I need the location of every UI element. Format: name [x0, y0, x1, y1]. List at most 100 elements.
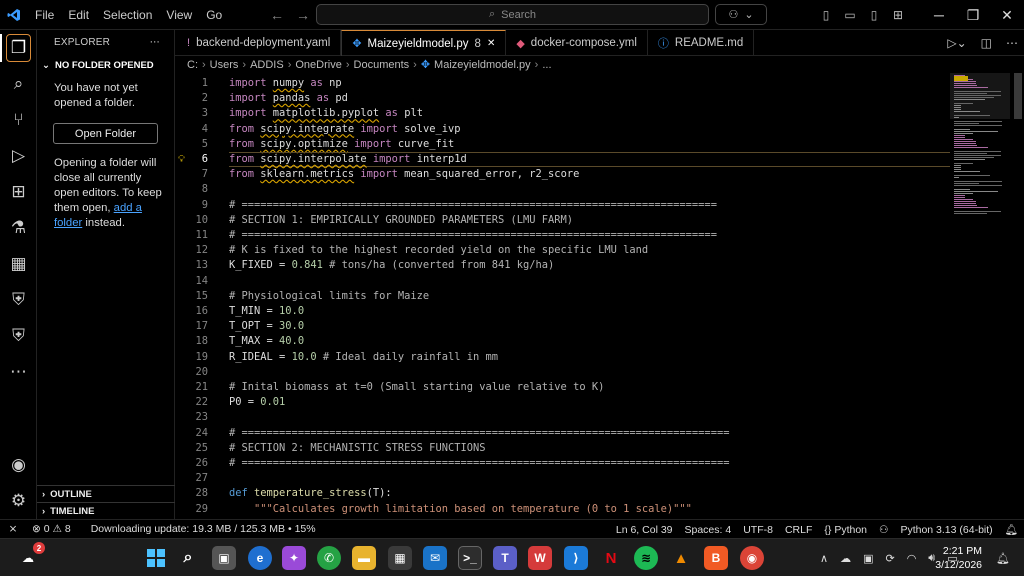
cursor-position[interactable]: Ln 6, Col 39 [610, 524, 679, 536]
run-debug-icon[interactable]: ▷ [0, 138, 37, 174]
code-line[interactable]: 💡︎ 6 from scipy.interpolate import interp1… [175, 152, 950, 168]
breadcrumb-item[interactable]: ... [542, 59, 551, 71]
more-icon[interactable]: ⋯ [0, 354, 37, 390]
tray-overflow-icon[interactable]: ∧ [820, 552, 828, 565]
extensions-icon[interactable]: ⊞ [0, 174, 37, 210]
python-interpreter[interactable]: Python 3.13 (64-bit) [894, 524, 998, 536]
code-line[interactable]: 5 from scipy.optimize import curve_fit [175, 137, 950, 152]
volume-icon[interactable]: 🔊︎ [928, 552, 935, 565]
command-center-search[interactable]: ⌕ Search [316, 4, 709, 25]
explorer-icon[interactable]: ❐ [0, 30, 37, 66]
more-actions-icon[interactable]: ⋯ [150, 37, 160, 48]
code-line[interactable]: 26 # ====================================… [175, 456, 950, 471]
code-line[interactable]: 16 T_MIN = 10.0 [175, 304, 950, 319]
code-line[interactable]: 21 # Inital biomass at t=0 (Small startin… [175, 380, 950, 395]
tab-maizeyieldmodel-py[interactable]: ✥ Maizeyieldmodel.py 8 ✕ [341, 30, 507, 56]
code-line[interactable]: 12 # K is fixed to the highest recorded y… [175, 243, 950, 258]
menu-item-file[interactable]: File [28, 0, 61, 30]
clock[interactable]: 2:21 PM 3/12/2026 [935, 544, 982, 572]
code-line[interactable]: 10 # SECTION 1: EMPIRICALLY GROUNDED PARA… [175, 213, 950, 228]
language-mode[interactable]: {} Python [818, 524, 873, 536]
layout-icon[interactable]: ⊞ [886, 8, 910, 22]
minimap[interactable] [950, 73, 1010, 519]
whatsapp-icon[interactable]: ✆ [317, 546, 341, 570]
toggle-secondary-sidebar-icon[interactable]: ▯ [862, 8, 886, 22]
code-line[interactable]: 17 T_OPT = 30.0 [175, 319, 950, 334]
run-icon[interactable]: ▷⌄ [947, 36, 966, 50]
outlook-icon[interactable]: ✉ [423, 546, 447, 570]
restore-icon[interactable]: ❐ [956, 7, 990, 24]
close-tab-icon[interactable]: ✕ [487, 38, 495, 49]
code-line[interactable]: 14 [175, 274, 950, 289]
vscode-taskbar-icon[interactable]: ⟩ [564, 546, 588, 570]
notifications-icon[interactable]: 🔔︎ [999, 523, 1024, 536]
notification-bell-icon[interactable]: 🔔︎ [996, 539, 1010, 576]
indentation[interactable]: Spaces: 4 [679, 524, 738, 536]
code-line[interactable]: 28 def temperature_stress(T): [175, 486, 950, 501]
no-folder-section[interactable]: ⌄ NO FOLDER OPENED [37, 54, 174, 76]
copilot-button[interactable]: ⚇ ⌄ [715, 4, 767, 25]
tab-docker-compose-yml[interactable]: ◆ docker-compose.yml [506, 30, 648, 56]
encoding[interactable]: UTF-8 [737, 524, 779, 536]
chrome-icon[interactable]: ◉ [740, 546, 764, 570]
breadcrumb-item[interactable]: C: [187, 59, 198, 71]
tray-app-icon[interactable]: ▣ [863, 552, 873, 565]
breadcrumb-item[interactable]: OneDrive [295, 59, 341, 71]
remote-explorer-icon[interactable]: ⛨ [0, 318, 37, 354]
code-line[interactable]: 22 P0 = 0.01 [175, 395, 950, 410]
weather-icon[interactable]: ☁ 2 [16, 542, 45, 570]
code-line[interactable]: 4 from scipy.integrate import solve_ivp [175, 122, 950, 137]
brave-icon[interactable]: B [704, 546, 728, 570]
code-line[interactable]: 29 """Calculates growth limitation based… [175, 502, 950, 517]
breadcrumb-item[interactable]: Maizeyieldmodel.py [434, 59, 531, 71]
account-icon[interactable]: ◉ [0, 447, 37, 483]
tab-readme-md[interactable]: ⓘ README.md [648, 30, 755, 56]
netflix-icon[interactable]: N [599, 546, 623, 570]
code-line[interactable]: 25 # SECTION 2: MECHANISTIC STRESS FUNCTI… [175, 441, 950, 456]
containers-icon[interactable]: ▦ [0, 246, 37, 282]
menu-item-edit[interactable]: Edit [61, 0, 96, 30]
code-line[interactable]: 3 import matplotlib.pyplot as plt [175, 106, 950, 121]
minimize-icon[interactable]: ─ [922, 7, 956, 24]
line-ending[interactable]: CRLF [779, 524, 818, 536]
split-editor-icon[interactable]: ◫ [981, 36, 992, 50]
teams-icon[interactable]: T [493, 546, 517, 570]
vlc-icon[interactable]: ▲ [669, 546, 693, 570]
timeline-section[interactable]: › TIMELINE [37, 502, 175, 519]
edge-icon[interactable]: e [248, 546, 272, 570]
code-line[interactable]: 7 from sklearn.metrics import mean_square… [175, 167, 950, 182]
file-explorer-icon[interactable]: ▬ [352, 546, 376, 570]
vertical-scrollbar[interactable] [1012, 73, 1024, 519]
close-icon[interactable]: ✕ [990, 7, 1024, 24]
code-line[interactable]: 15 # Physiological limits for Maize [175, 289, 950, 304]
breadcrumb-item[interactable]: Users [210, 59, 239, 71]
code-line[interactable]: 1 import numpy as np [175, 76, 950, 91]
download-status[interactable]: Downloading update: 19.3 MB / 125.3 MB •… [85, 523, 322, 535]
code-line[interactable]: 13 K_FIXED = 0.841 # tons/ha (converted f… [175, 258, 950, 273]
search-icon[interactable]: ⌕ [0, 66, 37, 102]
menu-item-view[interactable]: View [159, 0, 199, 30]
code-line[interactable]: 11 # ====================================… [175, 228, 950, 243]
taskbar-search-icon[interactable]: ⌕ [176, 546, 200, 570]
start-icon[interactable] [144, 546, 168, 570]
breadcrumb-item[interactable]: Documents [354, 59, 410, 71]
terminal-icon[interactable]: >_ [458, 546, 482, 570]
kubernetes-icon[interactable]: ⛨ [0, 282, 37, 318]
wps-icon[interactable]: W [528, 546, 552, 570]
open-folder-button[interactable]: Open Folder [53, 123, 158, 144]
store-icon[interactable]: ▦ [388, 546, 412, 570]
code-line[interactable]: 8 [175, 182, 950, 197]
python-icon[interactable]: ⚇ [873, 524, 894, 536]
code-line[interactable]: 18 T_MAX = 40.0 [175, 334, 950, 349]
outline-section[interactable]: › OUTLINE [37, 485, 175, 502]
code-line[interactable]: 27 [175, 471, 950, 486]
code-line[interactable]: 2 import pandas as pd [175, 91, 950, 106]
code-line[interactable]: 24 # ====================================… [175, 426, 950, 441]
gear-icon[interactable]: ⚙ [0, 483, 37, 519]
tab-backend-deployment-yaml[interactable]: ! backend-deployment.yaml [175, 30, 342, 56]
code-editor[interactable]: 1 import numpy as np 2 import pandas as pd 3… [175, 73, 950, 519]
back-arrow-icon[interactable]: ← [270, 7, 284, 23]
testing-icon[interactable]: ⚗ [0, 210, 37, 246]
tray-sync-icon[interactable]: ⟳ [885, 552, 894, 565]
remote-icon[interactable]: ⨯ [0, 520, 26, 539]
